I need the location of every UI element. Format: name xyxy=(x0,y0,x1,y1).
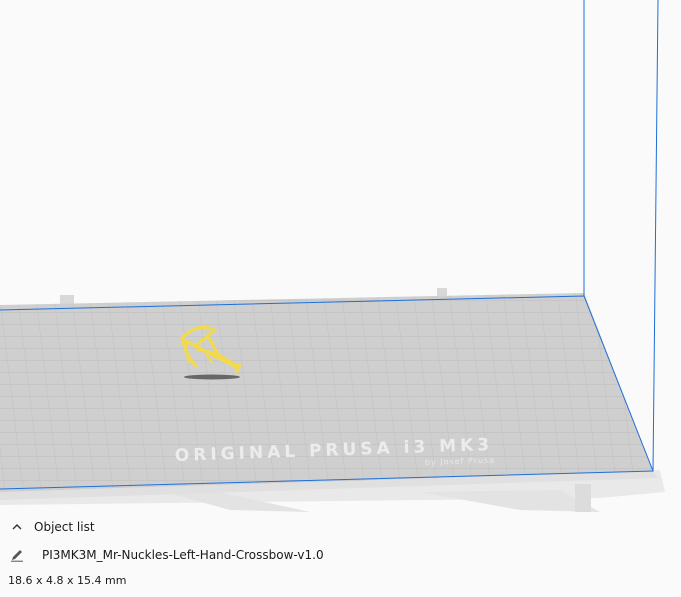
print-bed: ORIGINAL PRUSA i3 MK3 by Josef Prusa xyxy=(0,293,658,500)
list-item[interactable]: PI3MK3M_Mr-Nuckles-Left-Hand-Crossbow-v1… xyxy=(8,546,324,564)
object-dimensions: 18.6 x 4.8 x 15.4 mm xyxy=(8,574,127,587)
pencil-icon[interactable] xyxy=(8,546,26,564)
object-list-title: Object list xyxy=(34,520,95,534)
chevron-up-icon[interactable] xyxy=(8,518,26,536)
3d-viewport[interactable]: ORIGINAL PRUSA i3 MK3 by Josef Prusa xyxy=(0,0,681,597)
model-shadow xyxy=(184,374,240,380)
object-list-panel: Object list PI3MK3M_Mr-Nuckles-Left-Hand… xyxy=(0,512,681,597)
object-name: PI3MK3M_Mr-Nuckles-Left-Hand-Crossbow-v1… xyxy=(42,548,324,562)
object-list-header[interactable]: Object list xyxy=(8,518,95,536)
